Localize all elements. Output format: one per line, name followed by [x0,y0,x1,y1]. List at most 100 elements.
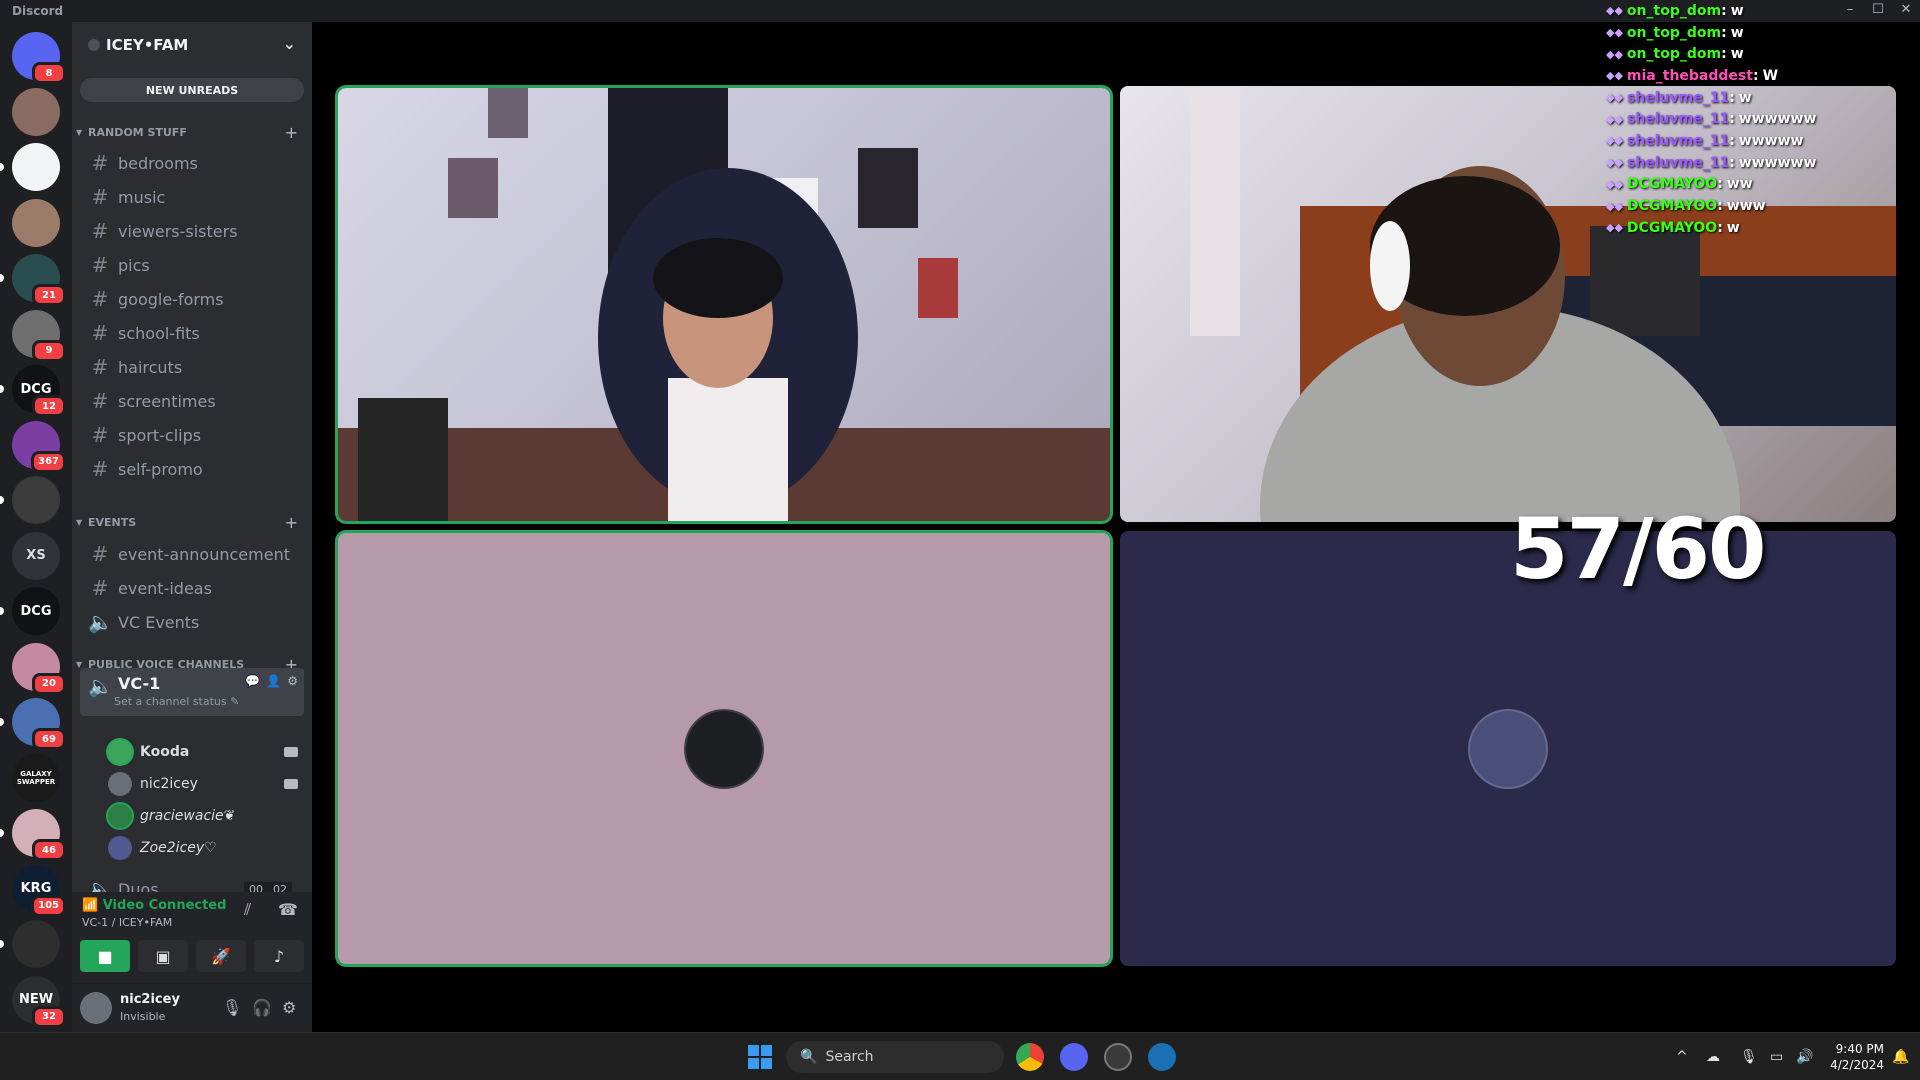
channel-viewers-sisters[interactable]: # viewers-sisters [80,215,304,247]
server-icon[interactable]: 46 [0,809,66,861]
disconnect-icon[interactable]: ☎ [278,900,298,919]
avatar [108,804,132,828]
server-icon[interactable] [12,198,60,247]
guild-icon [88,39,100,51]
channel-vc-events[interactable]: 🔈 VC Events [80,606,304,638]
channel-google-forms[interactable]: # google-forms [80,283,304,315]
badge-icon: ◆◆ [1606,91,1623,105]
server-icon[interactable]: KRG 105 [12,864,66,917]
server-icon[interactable] [12,87,60,136]
screen-share-button[interactable]: ▣ [138,940,188,972]
gear-icon[interactable]: ⚙ [287,674,298,688]
server-icon[interactable]: XS [12,531,60,580]
chat-text: w [1738,89,1752,106]
server-icon[interactable]: 21 [0,254,66,306]
chat-text: ww [1726,176,1753,193]
screen-share-icon: ▣ [155,946,171,966]
voice-user[interactable]: Zoe2icey♡ [108,833,308,863]
add-channel-icon[interactable]: + [285,513,298,532]
server-icon[interactable]: 367 [12,420,66,473]
new-unreads-button[interactable]: NEW UNREADS [80,78,304,102]
stream-chat-overlay: ◆◆ on_top_dom: w ◆◆ on_top_dom: w ◆◆ on_top_dom… [1606,0,1916,239]
voice-user-name: graciewacie❦ [140,808,236,824]
server-icon[interactable] [0,143,60,191]
chat-username: mia_thebaddest [1626,67,1753,84]
network-icon[interactable]: ▭ [1770,1049,1783,1065]
channel-sport-clips[interactable]: # sport-clips [80,419,304,451]
volume-icon[interactable]: 🔊 [1796,1049,1813,1065]
chat-text: w [1730,2,1744,19]
voice-user[interactable]: Kooda [108,737,308,767]
server-icon[interactable]: DCG [0,587,60,635]
chat-text: W [1762,67,1779,84]
hash-icon: # [91,219,109,243]
badge-icon: ◆◆ [1606,199,1623,213]
chat-message: ◆◆ DCGMAYOO: ww [1606,174,1916,196]
channel-haircuts[interactable]: # haircuts [80,351,304,383]
channel-screentimes[interactable]: # screentimes [80,385,304,417]
add-user-icon[interactable]: 👤 [266,674,281,688]
notification-icon[interactable]: 🔔 [1892,1049,1909,1065]
channel-pics[interactable]: # pics [80,249,304,281]
chat-username: on_top_dom [1626,24,1722,41]
gear-icon[interactable]: ⚙ [282,998,296,1017]
channel-status-prompt[interactable]: Set a channel status ✎ [114,695,239,708]
video-tile-zoe2icey[interactable] [1120,531,1896,966]
channel-school-fits[interactable]: # school-fits [80,317,304,349]
server-list: 8 21 9 DCG 12 367 XS DCG 20 69 GALAXY SWAPPER 46 KRG… [0,22,72,1032]
steam-icon[interactable] [1148,1043,1176,1071]
server-icon[interactable]: 9 [12,309,66,362]
category-random-stuff[interactable]: ▼ RANDOM STUFF + [72,122,312,142]
hash-icon: # [91,423,109,447]
video-tile-graciewacie[interactable] [338,533,1110,964]
add-channel-icon[interactable]: + [285,123,298,142]
server-icon[interactable]: 20 [12,642,66,695]
server-icon[interactable] [0,920,60,968]
channel-self-promo[interactable]: # self-promo [80,453,304,485]
avatar[interactable] [80,992,112,1024]
server-icon[interactable]: DCG 12 [0,365,66,417]
chat-text: w [1726,219,1740,236]
avatar [108,836,132,860]
category-events[interactable]: ▼ EVENTS + [72,512,312,532]
badge-icon: ◆◆ [1606,112,1623,126]
channel-music[interactable]: # music [80,181,304,213]
voice-user[interactable]: nic2icey [108,769,308,799]
cloud-icon[interactable]: ☁ [1706,1049,1720,1065]
chevron-down-icon[interactable]: ⌄ [283,34,296,53]
chat-separator: : [1729,111,1735,128]
video-tile-kooda[interactable] [338,88,1110,521]
server-icon[interactable]: GALAXY SWAPPER [12,753,60,802]
obs-icon[interactable] [1104,1043,1132,1071]
microphone-icon[interactable]: 🎙 [222,998,242,1017]
noise-suppression-icon[interactable]: ⫽ [244,900,251,920]
voice-location[interactable]: VC-1 / ICEY•FAM [82,916,172,929]
headphones-icon[interactable]: 🎧 [252,998,272,1017]
activity-button[interactable]: 🚀 [196,940,246,972]
chat-username: sheluvme_11 [1626,132,1730,149]
chevron-down-icon: ▼ [76,659,83,669]
badge-icon: ◆◆ [1606,177,1623,191]
voice-user[interactable]: graciewacie❦ [108,801,308,831]
start-button[interactable] [748,1045,772,1069]
chevron-up-icon[interactable]: ^ [1676,1049,1688,1065]
taskbar-search[interactable]: 🔍 Search [786,1041,1004,1073]
mention-badge: 9 [32,339,66,362]
channel-event-announcement[interactable]: # event-announcement [80,538,304,570]
soundboard-button[interactable]: ♪ [254,940,304,972]
voice-channel-vc1[interactable]: 🔈 VC-1 💬 👤 ⚙ [80,668,304,716]
server-icon[interactable]: NEW 32 [12,975,66,1028]
chrome-icon[interactable] [1016,1043,1044,1071]
server-icon[interactable]: 69 [0,698,66,750]
guild-header[interactable]: ICEY•FAM ⌄ [72,22,312,68]
server-icon[interactable] [0,476,60,524]
chat-bubble-icon[interactable]: 💬 [245,674,260,688]
server-icon[interactable]: 8 [12,32,66,84]
microphone-icon[interactable]: 🎙 [1740,1049,1758,1065]
clock[interactable]: 9:40 PM 4/2/2024 [1822,1041,1884,1073]
channel-bedrooms[interactable]: # bedrooms [80,147,304,179]
chat-message: ◆◆ sheluvme_11: wwwww [1606,130,1916,152]
channel-event-ideas[interactable]: # event-ideas [80,572,304,604]
discord-icon[interactable] [1060,1043,1088,1071]
camera-button[interactable]: ■ [80,940,130,972]
